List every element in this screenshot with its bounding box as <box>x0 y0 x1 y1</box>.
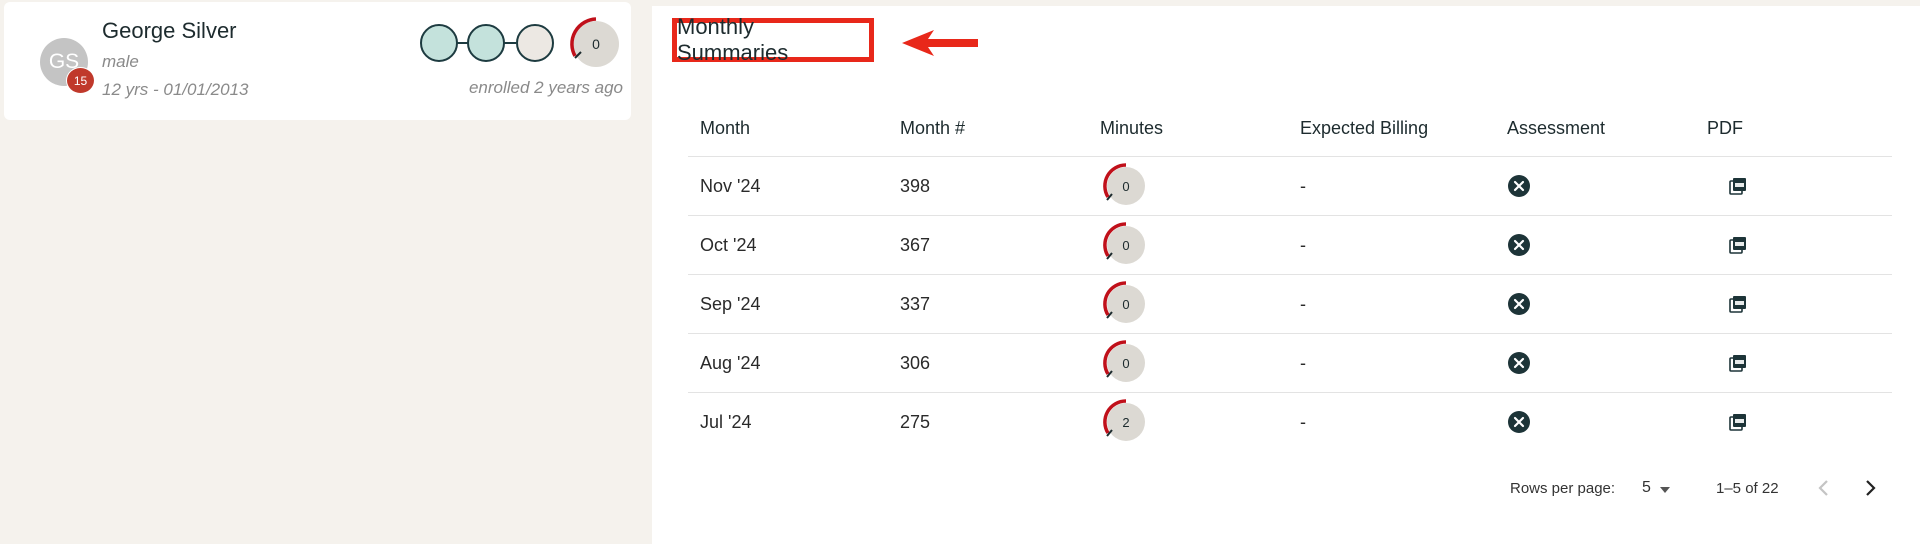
column-header-month-number[interactable]: Month # <box>888 100 1088 157</box>
rows-per-page-select[interactable]: 5 <box>1642 479 1651 497</box>
table-row[interactable]: Oct '24 367 0 - <box>688 215 1892 275</box>
table-row[interactable]: Jul '24 275 2 - <box>688 393 1892 452</box>
month-cell: Sep '24 <box>688 274 888 334</box>
minutes-gauge: 0 <box>1103 222 1145 264</box>
section-title: Monthly Summaries <box>677 14 789 65</box>
pdf-icon[interactable] <box>1729 354 1747 372</box>
table-row[interactable]: Nov '24 398 0 - <box>688 156 1892 216</box>
rows-per-page-label: Rows per page: <box>1510 480 1616 497</box>
expected-billing-cell: - <box>1288 215 1495 275</box>
minutes-cell: 0 <box>1088 156 1288 216</box>
column-header-minutes[interactable]: Minutes <box>1088 100 1288 157</box>
close-circle-icon[interactable] <box>1507 351 1531 375</box>
close-circle-icon[interactable] <box>1507 233 1531 257</box>
expected-billing-cell: - <box>1288 333 1495 393</box>
assessment-cell <box>1495 333 1695 393</box>
patient-name[interactable]: George Silver <box>102 18 237 44</box>
pdf-icon[interactable] <box>1729 236 1747 254</box>
close-circle-icon[interactable] <box>1507 292 1531 316</box>
month-cell: Aug '24 <box>688 333 888 393</box>
minutes-cell: 2 <box>1088 393 1288 452</box>
column-header-assessment[interactable]: Assessment <box>1495 100 1695 157</box>
pagination: Rows per page: 5 1–5 of 22 <box>652 470 1920 506</box>
pdf-icon[interactable] <box>1729 295 1747 313</box>
pdf-cell <box>1695 333 1892 393</box>
avatar-badge: 15 <box>66 67 95 94</box>
minutes-gauge: 0 <box>1103 340 1145 382</box>
step-connector <box>504 42 516 44</box>
month-number-cell: 337 <box>888 274 1088 334</box>
month-number-cell: 275 <box>900 411 931 432</box>
pdf-cell <box>1695 215 1892 275</box>
minutes-gauge: 2 <box>1103 399 1145 441</box>
section-title-highlight: Monthly Summaries <box>672 14 874 65</box>
month-cell: Jul '24 <box>700 411 752 432</box>
gauge-value: 0 <box>1122 179 1129 194</box>
gauge-value: 0 <box>1122 356 1129 371</box>
gauge-value: 0 <box>1122 297 1129 312</box>
assessment-cell <box>1495 215 1695 275</box>
pdf-cell <box>1695 393 1892 452</box>
gauge-value: 0 <box>592 36 600 52</box>
column-header-month[interactable]: Month <box>688 100 888 157</box>
patient-age-dob: 12 yrs - 01/01/2013 <box>102 80 249 99</box>
chevron-right-icon[interactable] <box>1858 476 1882 500</box>
month-cell: Oct '24 <box>688 215 888 275</box>
month-cell: Nov '24 <box>688 156 888 216</box>
gauge-value: 2 <box>1122 415 1129 430</box>
gauge-value: 0 <box>1122 238 1129 253</box>
pdf-icon[interactable] <box>1729 413 1747 431</box>
progress-steps <box>420 24 554 64</box>
minutes-gauge: 0 <box>1103 163 1145 205</box>
expected-billing-cell: - <box>1300 411 1306 432</box>
minutes-cell: 0 <box>1088 333 1288 393</box>
pdf-cell <box>1695 156 1892 216</box>
table-row[interactable]: Sep '24 337 0 - <box>688 274 1892 334</box>
minutes-cell: 0 <box>1088 215 1288 275</box>
column-header-expected-billing[interactable]: Expected Billing <box>1288 100 1495 157</box>
column-header-pdf[interactable]: PDF <box>1695 100 1892 157</box>
step-circle <box>516 24 554 62</box>
step-circle <box>467 24 505 62</box>
step-circle <box>420 24 458 62</box>
month-number-cell: 398 <box>888 156 1088 216</box>
pdf-cell <box>1695 274 1892 334</box>
month-number-cell: 367 <box>888 215 1088 275</box>
assessment-cell <box>1495 156 1695 216</box>
assessment-cell <box>1495 393 1695 452</box>
expected-billing-cell: - <box>1288 274 1495 334</box>
minutes-gauge: 0 <box>1103 281 1145 323</box>
minutes-gauge: 0 <box>570 17 619 67</box>
patient-enrolled: enrolled 2 years ago <box>468 78 623 97</box>
month-number-cell: 306 <box>888 333 1088 393</box>
minutes-cell: 0 <box>1088 274 1288 334</box>
monthly-summaries-panel: Monthly Summaries Month Month # Minutes … <box>652 6 1920 544</box>
assessment-cell <box>1495 274 1695 334</box>
patient-card[interactable]: GS 15 George Silver male 12 yrs - 01/01/… <box>4 2 631 120</box>
table-header-row: Month Month # Minutes Expected Billing A… <box>688 100 1892 157</box>
chevron-left-icon[interactable] <box>1812 476 1836 500</box>
close-circle-icon[interactable] <box>1507 410 1531 434</box>
expected-billing-cell: - <box>1288 156 1495 216</box>
patient-gender: male <box>102 52 139 71</box>
pdf-icon[interactable] <box>1729 177 1747 195</box>
table-row[interactable]: Aug '24 306 0 - <box>688 333 1892 393</box>
chevron-down-icon[interactable] <box>1660 487 1670 493</box>
monthly-summaries-table: Month Month # Minutes Expected Billing A… <box>688 100 1892 451</box>
close-circle-icon[interactable] <box>1507 174 1531 198</box>
pointer-arrow-icon <box>902 30 978 56</box>
page-range-label: 1–5 of 22 <box>1716 480 1779 497</box>
